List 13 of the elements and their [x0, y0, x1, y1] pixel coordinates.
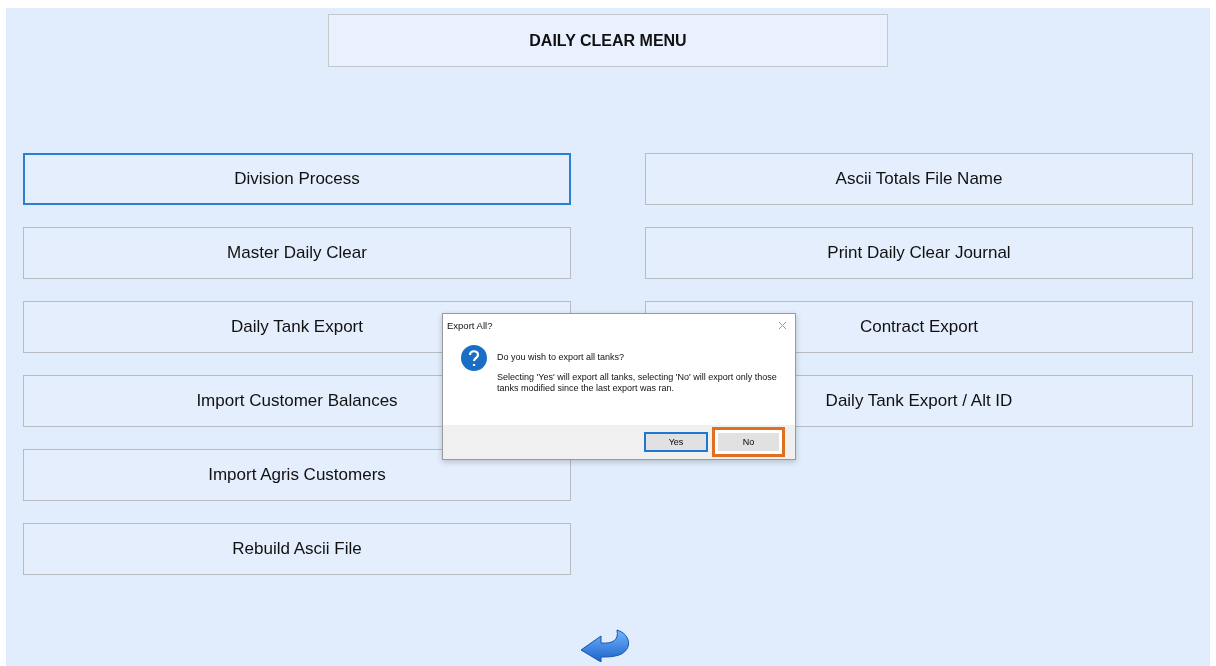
question-icon [461, 345, 487, 371]
menu-button[interactable]: Ascii Totals File Name [645, 153, 1193, 205]
menu-button[interactable]: Print Daily Clear Journal [645, 227, 1193, 279]
menu-button[interactable]: Division Process [23, 153, 571, 205]
dialog-title: Export All? [447, 320, 493, 331]
dialog-question: Do you wish to export all tanks? [497, 352, 626, 363]
close-icon[interactable] [778, 321, 787, 330]
menu-title: DAILY CLEAR MENU [328, 14, 888, 67]
menu-button[interactable]: Import Agris Customers [23, 449, 571, 501]
menu-button[interactable]: Rebuild Ascii File [23, 523, 571, 575]
dialog-button[interactable]: No [712, 427, 785, 457]
dialog-button[interactable]: Yes [644, 432, 708, 452]
menu-button[interactable]: Master Daily Clear [23, 227, 571, 279]
